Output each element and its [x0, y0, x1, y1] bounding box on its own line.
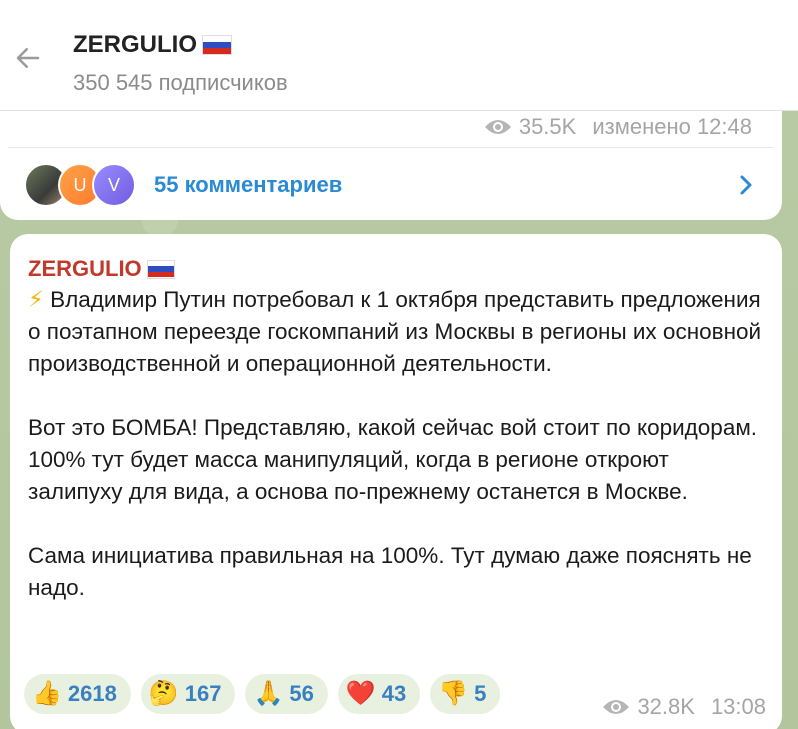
thumbs-up-icon: 👍 [32, 680, 62, 707]
channel-name: ZERGULIO [73, 31, 197, 58]
author-name: ZERGULIO [28, 256, 142, 281]
chevron-right-icon [740, 175, 752, 195]
message-author[interactable]: ZERGULIO [28, 256, 175, 282]
folded-hands-icon: 🙏 [253, 680, 284, 707]
lightning-icon: ⚡ [28, 287, 44, 312]
comments-button[interactable]: U V 55 комментариев [8, 152, 774, 218]
reaction-count: 167 [184, 681, 222, 706]
reaction-count: 5 [474, 681, 487, 706]
paragraph: ⚡ Владимир Путин потребовал к 1 октября … [28, 287, 762, 376]
back-button[interactable] [8, 38, 48, 78]
eye-icon [484, 120, 511, 134]
reaction-pray[interactable]: 🙏 56 [245, 674, 328, 714]
message-meta: 35.5K изменено 12:48 [483, 114, 752, 140]
thinking-face-icon: 🤔 [148, 680, 179, 707]
reaction-thinking[interactable]: 🤔 167 [140, 674, 236, 714]
message-time: 13:08 [710, 694, 766, 719]
message-bubble: ZERGULIO ⚡ Владимир Путин потребовал к 1… [10, 234, 782, 729]
russia-flag-icon [146, 259, 175, 279]
channel-header: ZERGULIO 350 545 подписчиков [0, 0, 798, 111]
channel-title[interactable]: ZERGULIO [73, 31, 232, 59]
reaction-count: 43 [381, 681, 407, 706]
reactions-bar: 👍 2618 🤔 167 🙏 56 ❤️ 43 👎 5 [24, 674, 501, 714]
reaction-heart[interactable]: ❤️ 43 [337, 674, 421, 714]
views-count: 32.8K [637, 694, 695, 719]
commenter-avatars: U V [24, 163, 144, 207]
views-count: 35.5K [518, 114, 577, 139]
avatar: V [92, 163, 136, 207]
reaction-thumbs-down[interactable]: 👎 5 [430, 674, 501, 714]
message-text: ⚡ Владимир Путин потребовал к 1 октября … [28, 284, 768, 604]
message-meta: 32.8K 13:08 [601, 694, 766, 720]
reaction-count: 56 [289, 681, 314, 706]
paragraph: Сама инициатива правильная на 100%. Тут … [28, 543, 752, 600]
reaction-thumbs-up[interactable]: 👍 2618 [24, 674, 131, 714]
russia-flag-icon [202, 35, 232, 55]
comments-label: 55 комментариев [154, 172, 343, 197]
paragraph: Вот это БОМБА! Представляю, какой сейчас… [28, 415, 758, 504]
previous-message-bubble: 35.5K изменено 12:48 U V 55 комментариев [0, 100, 782, 220]
eye-icon [603, 700, 630, 714]
divider [8, 147, 774, 148]
reaction-count: 2618 [67, 681, 117, 706]
subscriber-count: 350 545 подписчиков [73, 70, 288, 95]
heart-icon: ❤️ [345, 680, 376, 707]
arrow-left-icon [16, 48, 40, 68]
edited-time: изменено 12:48 [592, 114, 752, 139]
thumbs-down-icon: 👎 [438, 680, 469, 707]
